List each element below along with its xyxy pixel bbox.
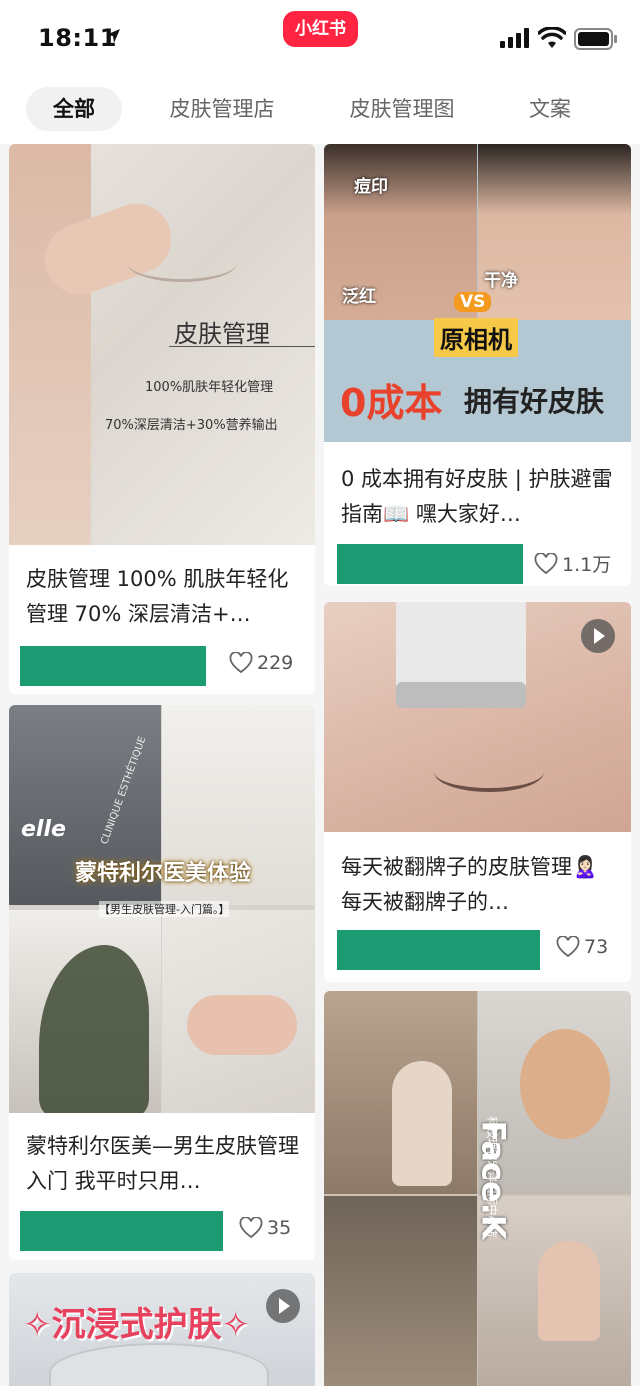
post-title: 皮肤管理 100% 肌肤年轻化管理 70% 深层清洁+… <box>26 567 289 626</box>
feed-card[interactable]: 痘印 泛红 干净 VS 原相机 0成本 拥有好皮肤 0 成本拥有好皮肤 | 护肤… <box>324 144 631 586</box>
author-redacted <box>337 930 540 970</box>
like-button[interactable]: 229 <box>229 652 293 674</box>
overlay-text: 蒙特利尔医美体验 <box>75 861 252 886</box>
feed-card[interactable]: elle CLINIQUE ESTHÉTIQUE 蒙特利尔医美体验 【男生皮肤管… <box>9 705 315 1260</box>
overlay-text: 泛红 <box>342 287 376 307</box>
feed-card[interactable]: Face.K 科技理容宏洋国际中心店 <box>324 991 631 1386</box>
overlay-text: 0成本 <box>340 381 443 425</box>
overlay-text: 拥有好皮肤 <box>464 385 605 418</box>
feed-card[interactable]: 每天被翻牌子的皮肤管理🙎🏻‍♀️ 每天被翻牌子的… 73 <box>324 602 631 982</box>
overlay-text: 皮肤管理 <box>174 320 270 348</box>
like-button[interactable]: 73 <box>556 936 608 958</box>
post-cover-image: Face.K 科技理容宏洋国际中心店 <box>324 991 631 1386</box>
like-count: 35 <box>267 1217 292 1239</box>
tab-copywriting[interactable]: 文案 <box>514 87 586 131</box>
feed-card[interactable]: 皮肤管理 100%肌肤年轻化管理 70%深层清洁+30%营养输出 皮肤管理 10… <box>9 144 315 694</box>
post-title: 每天被翻牌子的皮肤管理🙎🏻‍♀️ 每天被翻牌子的… <box>341 855 599 914</box>
overlay-text: 科技理容宏洋国际中心店 <box>485 1116 499 1238</box>
wifi-icon <box>538 27 566 48</box>
video-play-icon <box>266 1289 300 1323</box>
overlay-text: ✧沉浸式护肤✧ <box>23 1305 250 1345</box>
app-logo: 小红书 <box>283 11 358 47</box>
post-cover-image: elle CLINIQUE ESTHÉTIQUE 蒙特利尔医美体验 【男生皮肤管… <box>9 705 315 1113</box>
overlay-text: 干净 <box>484 271 518 291</box>
status-bar: 18:11 小红书 <box>0 0 640 76</box>
post-cover-image: 皮肤管理 100%肌肤年轻化管理 70%深层清洁+30%营养输出 <box>9 144 315 545</box>
post-cover-image: 痘印 泛红 干净 VS 原相机 0成本 拥有好皮肤 <box>324 144 631 442</box>
like-count: 229 <box>257 652 294 674</box>
tab-all[interactable]: 全部 <box>26 87 122 131</box>
heart-icon <box>556 936 580 958</box>
overlay-text: 70%深层清洁+30%营养输出 <box>105 418 278 433</box>
overlay-text: 痘印 <box>354 177 388 197</box>
post-cover-image: ✧沉浸式护肤✧ <box>9 1273 315 1386</box>
video-play-icon <box>581 619 615 653</box>
author-redacted <box>337 544 523 584</box>
post-title: 0 成本拥有好皮肤 | 护肤避雷指南📖 嘿大家好… <box>341 467 613 526</box>
battery-icon <box>574 28 617 50</box>
post-title: 蒙特利尔医美—男生皮肤管理入门 我平时只用… <box>26 1134 299 1193</box>
post-cover-image <box>324 602 631 832</box>
overlay-text: 原相机 <box>434 318 518 357</box>
author-redacted <box>20 646 206 686</box>
author-redacted <box>20 1211 223 1251</box>
category-tabs: 全部 皮肤管理店 皮肤管理图 文案 <box>0 76 640 144</box>
overlay-text: 【男生皮肤管理-入门篇。】 <box>99 901 230 917</box>
like-count: 1.1万 <box>562 554 612 576</box>
overlay-text: 100%肌肤年轻化管理 <box>145 380 274 395</box>
location-arrow-icon <box>106 29 120 43</box>
overlay-text: VS <box>454 292 492 312</box>
overlay-text: elle <box>21 817 66 842</box>
like-count: 73 <box>584 936 609 958</box>
feed-card[interactable]: ✧沉浸式护肤✧ <box>9 1273 315 1386</box>
like-button[interactable]: 35 <box>239 1217 291 1239</box>
tab-skin-care-store[interactable]: 皮肤管理店 <box>152 87 292 131</box>
tab-skin-care-pictures[interactable]: 皮肤管理图 <box>332 87 472 131</box>
heart-icon <box>534 552 558 574</box>
cellular-signal-icon <box>500 28 529 48</box>
like-button[interactable]: 1.1万 <box>534 550 611 577</box>
heart-icon <box>239 1217 263 1239</box>
heart-icon <box>229 652 253 674</box>
